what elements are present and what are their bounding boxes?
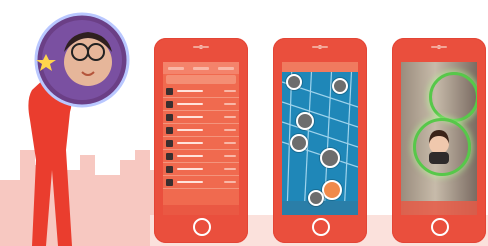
map-user-bubble[interactable] [308,190,324,206]
avatar [166,113,173,121]
phone-speaker [312,46,328,48]
tab-1[interactable] [167,66,184,70]
user-list-screen [163,62,239,215]
person-face-illustration [429,130,449,164]
person-holding-bubble-illustration [28,12,130,246]
meta-placeholder [224,142,236,144]
list-item[interactable] [163,111,239,124]
meta-placeholder [224,90,236,92]
meta-placeholder [224,181,236,183]
search-bar[interactable] [166,75,236,84]
map-user-bubble[interactable] [296,112,314,130]
meta-placeholder [224,103,236,105]
meta-placeholder [224,168,236,170]
avatar [166,178,173,186]
floating-profile-bubble[interactable] [429,72,477,122]
list-item[interactable] [163,98,239,111]
avatar [166,165,173,173]
meta-placeholder [224,116,236,118]
phone-user-list [154,38,248,243]
map-user-bubble[interactable] [332,78,348,94]
meta-placeholder [224,155,236,157]
camera-controls-bar[interactable] [401,201,477,215]
list-item[interactable] [163,137,239,150]
user-name-placeholder [177,103,203,105]
user-name-placeholder [177,116,203,118]
list-item[interactable] [163,176,239,189]
meta-placeholder [224,129,236,131]
user-name-placeholder [177,142,203,144]
list-item[interactable] [163,85,239,98]
list-item[interactable] [163,163,239,176]
map-user-bubble[interactable] [320,148,340,168]
list-item[interactable] [163,124,239,137]
avatar [166,139,173,147]
list-item[interactable] [163,150,239,163]
phone-camera-view [392,38,486,243]
home-button-icon[interactable] [431,218,449,236]
user-name-placeholder [177,181,203,183]
home-button-icon[interactable] [312,218,330,236]
home-button-icon[interactable] [193,218,211,236]
tab-3[interactable] [218,66,235,70]
phone-map-view [273,38,367,243]
list-tab-bar[interactable] [163,62,239,74]
tab-2[interactable] [192,66,209,70]
map-screen[interactable] [282,62,358,215]
user-name-placeholder [177,90,203,92]
avatar [166,126,173,134]
user-name-placeholder [177,155,203,157]
avatar [166,87,173,95]
avatar [166,152,173,160]
map-user-bubble[interactable] [322,180,342,200]
list-footer-bar [163,205,239,215]
phone-speaker [193,46,209,48]
avatar [166,100,173,108]
user-name-placeholder [177,129,203,131]
phone-speaker [431,46,447,48]
map-user-bubble[interactable] [286,74,302,90]
camera-screen[interactable] [401,62,477,215]
map-user-bubble[interactable] [290,134,308,152]
user-name-placeholder [177,168,203,170]
